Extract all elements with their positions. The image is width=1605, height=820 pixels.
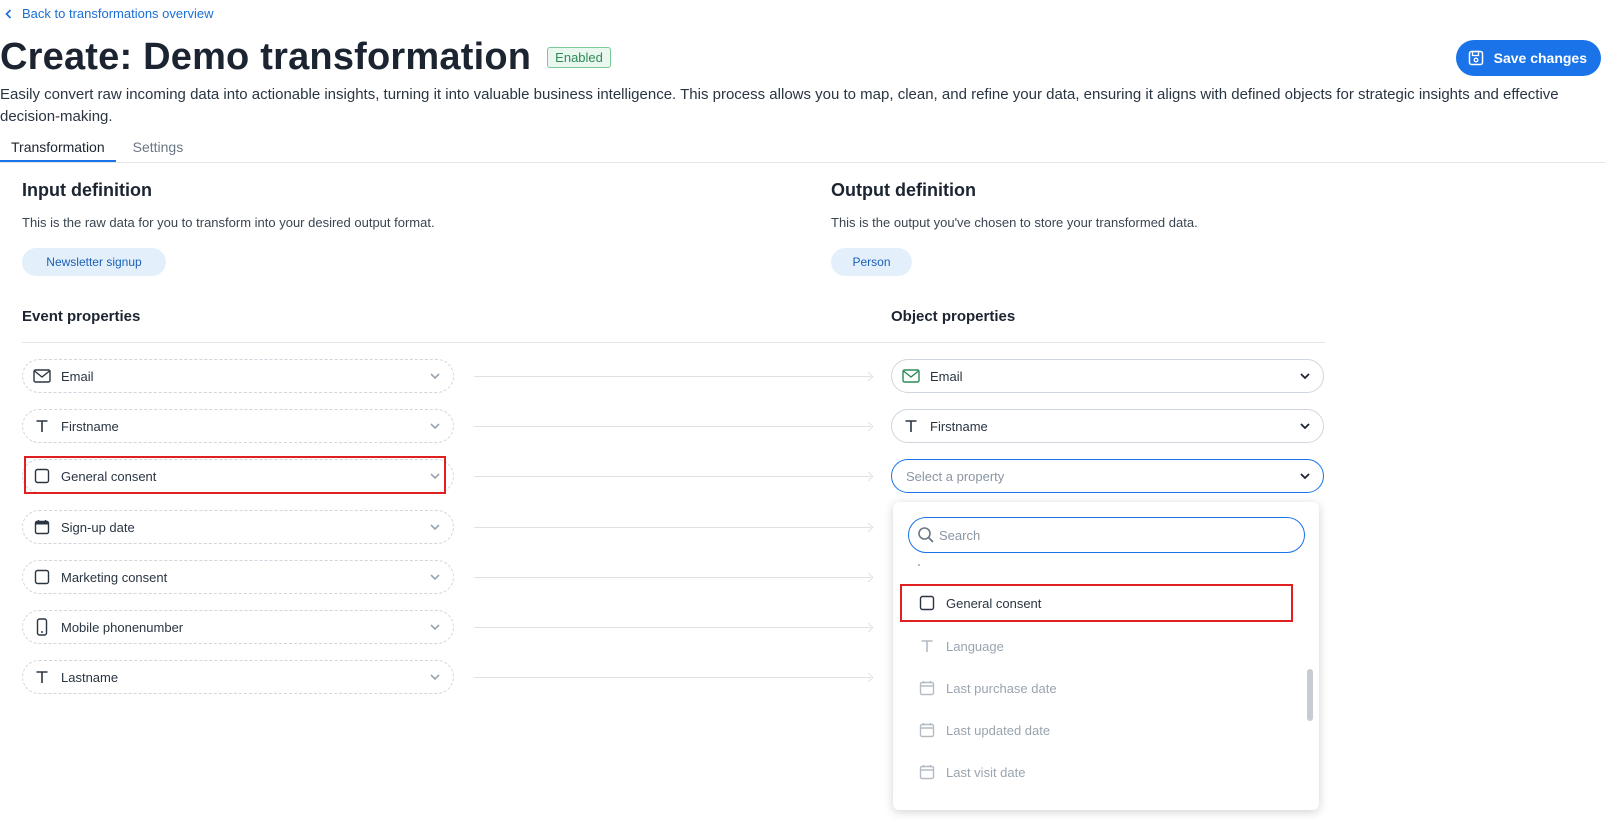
checkbox-icon (918, 594, 936, 612)
mail-icon (902, 367, 920, 385)
header-divider (22, 342, 1325, 343)
back-link-label: Back to transformations overview (22, 6, 214, 21)
mapping-connector (474, 677, 871, 678)
chevron-down-icon (430, 574, 440, 581)
mapping-connector (474, 476, 871, 477)
text-icon (33, 668, 51, 686)
input-chip-newsletter-signup[interactable]: Newsletter signup (22, 248, 166, 276)
field-label: Firstname (61, 418, 119, 434)
text-icon (918, 637, 936, 655)
calendar-icon (918, 679, 936, 697)
output-field-select-property[interactable]: Select a property (891, 459, 1324, 493)
menu-item-label: Last visit date (946, 764, 1026, 780)
mapping-connector (474, 627, 871, 628)
chevron-down-icon (1300, 473, 1310, 480)
phone-icon (33, 618, 51, 636)
chevron-down-icon (430, 373, 440, 380)
field-label: Email (930, 368, 963, 384)
field-label: Lastname (61, 669, 119, 685)
menu-item-label: General consent (946, 595, 1042, 611)
chevron-down-icon (1300, 373, 1310, 380)
back-link[interactable]: Back to transformations overview (4, 6, 213, 21)
output-field-firstname[interactable]: Firstname (891, 409, 1324, 443)
mapping-connector (474, 376, 871, 377)
menu-item-label: Language (946, 638, 1004, 654)
search-box (908, 517, 1305, 553)
event-properties-header: Event properties (22, 308, 141, 325)
chevron-down-icon (430, 674, 440, 681)
tab-settings[interactable]: Settings (122, 137, 195, 162)
input-definition-title: Input definition (22, 180, 152, 200)
calendar-icon (918, 763, 936, 781)
checkbox-icon (33, 568, 51, 586)
page-title: Create: Demo transformation (0, 36, 532, 78)
field-label: Mobile phonenumber (61, 619, 184, 635)
mail-icon (33, 367, 51, 385)
save-changes-button[interactable]: Save changes (1455, 40, 1601, 76)
input-field-mobile-phonenumber[interactable]: Mobile phonenumber (22, 610, 454, 644)
menu-item-last-updated-date: Last updated date (908, 713, 1298, 747)
mapping-connector (474, 577, 871, 578)
menu-item-language: Language (908, 629, 1298, 663)
input-definition-desc: This is the raw data for you to transfor… (22, 215, 435, 230)
field-label: Email (61, 368, 94, 384)
input-field-general-consent[interactable]: General consent (22, 459, 454, 493)
text-icon (902, 417, 920, 435)
dropdown-scrollbar[interactable] (1307, 669, 1313, 721)
field-label: Firstname (930, 418, 988, 434)
property-dropdown: General consent Language Last purchase d… (893, 502, 1319, 810)
mapping-connector (474, 527, 871, 528)
checkbox-icon (33, 467, 51, 485)
chevron-down-icon (430, 473, 440, 480)
chevron-left-icon (5, 8, 12, 19)
save-button-label: Save changes (1493, 50, 1587, 66)
output-definition-desc: This is the output you've chosen to stor… (831, 215, 1198, 230)
input-field-marketing-consent[interactable]: Marketing consent (22, 560, 454, 594)
menu-item-label: Last updated date (946, 722, 1051, 738)
calendar-icon (33, 518, 51, 536)
save-icon (1468, 50, 1483, 66)
select-placeholder: Select a property (906, 468, 1005, 484)
chevron-down-icon (1300, 423, 1310, 430)
scroll-remnant (918, 564, 920, 566)
output-chip-person[interactable]: Person (831, 248, 912, 276)
calendar-icon (918, 721, 936, 739)
menu-item-last-visit-date: Last visit date (908, 755, 1298, 789)
object-properties-header: Object properties (891, 308, 1016, 325)
input-field-sign-up-date[interactable]: Sign-up date (22, 510, 454, 544)
field-label: General consent (61, 468, 157, 484)
status-badge: Enabled (547, 47, 611, 68)
chevron-down-icon (430, 524, 440, 531)
search-icon (918, 527, 934, 543)
menu-item-label: Last purchase date (946, 680, 1057, 696)
tab-transformation[interactable]: Transformation (0, 137, 116, 162)
chevron-down-icon (430, 423, 440, 430)
chevron-down-icon (430, 624, 440, 631)
menu-item-last-purchase-date: Last purchase date (908, 671, 1298, 705)
output-definition-title: Output definition (831, 180, 976, 200)
search-input[interactable] (939, 527, 1289, 543)
text-icon (33, 417, 51, 435)
tab-bar: Transformation Settings (0, 137, 1605, 163)
mapping-connector (474, 426, 871, 427)
output-field-email[interactable]: Email (891, 359, 1324, 393)
input-field-lastname[interactable]: Lastname (22, 660, 454, 694)
field-label: Sign-up date (61, 519, 135, 535)
menu-item-general-consent[interactable]: General consent (908, 586, 1298, 620)
field-label: Marketing consent (61, 569, 168, 585)
input-field-firstname[interactable]: Firstname (22, 409, 454, 443)
input-field-email[interactable]: Email (22, 359, 454, 393)
page-description: Easily convert raw incoming data into ac… (0, 86, 1559, 125)
title-row: Create: Demo transformation Enabled (0, 36, 611, 79)
